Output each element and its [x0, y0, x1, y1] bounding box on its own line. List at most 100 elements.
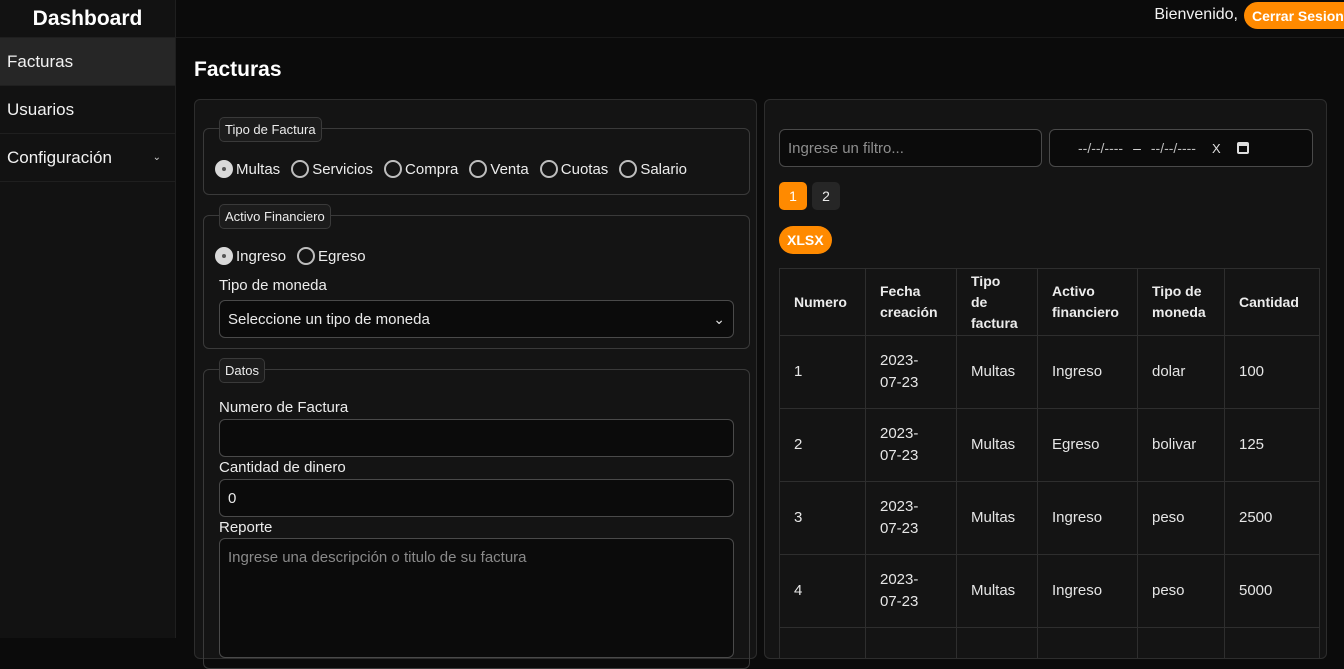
sidebar: Dashboard Facturas Usuarios Configuració… — [0, 0, 176, 638]
cell-moneda: peso — [1137, 481, 1225, 555]
header-line: financiero — [1052, 304, 1119, 320]
header-line: Activo — [1052, 283, 1095, 299]
cell-moneda — [1137, 627, 1225, 658]
cell-activo: Egreso — [1037, 408, 1138, 482]
table-header-row: Numero Fecha creación Tipo de factura Activ… — [779, 268, 1320, 336]
cell-moneda: dolar — [1137, 335, 1225, 409]
page-button-2[interactable]: 2 — [812, 182, 840, 210]
date-range-picker[interactable]: --/--/---- – --/--/---- X — [1049, 129, 1313, 167]
table-row[interactable] — [779, 627, 1320, 658]
filter-input[interactable]: Ingrese un filtro... — [779, 129, 1042, 167]
chevron-down-icon: ⌄ — [713, 310, 725, 327]
report-label: Reporte — [219, 519, 273, 536]
report-textarea[interactable]: Ingrese una descripción o titulo de su f… — [219, 538, 734, 658]
cell-line: 2023- — [880, 571, 919, 588]
column-header-numero[interactable]: Numero — [779, 268, 866, 336]
cell-cantidad: 2500 — [1224, 481, 1320, 555]
column-header-cantidad[interactable]: Cantidad — [1224, 268, 1320, 336]
radio-cuotas[interactable]: Cuotas — [539, 160, 608, 178]
column-header-fecha[interactable]: Fecha creación — [865, 268, 957, 336]
radio-egreso[interactable]: Egreso — [297, 247, 366, 265]
top-bar: Bienvenido, Cerrar Sesion — [176, 0, 1344, 38]
invoice-type-fieldset: Tipo de Factura Multas Servicios Compra … — [203, 117, 750, 195]
cell-tipo: Multas — [956, 481, 1038, 555]
cell-activo: Ingreso — [1037, 335, 1138, 409]
header-line: Tipo de — [1152, 283, 1202, 299]
data-fieldset: Datos Numero de Factura Cantidad de dine… — [203, 358, 750, 669]
cell-numero: 2 — [779, 408, 866, 482]
column-header-tipo-factura[interactable]: Tipo de factura — [956, 268, 1038, 336]
radio-indicator — [384, 160, 403, 178]
radio-indicator — [215, 160, 233, 178]
cell-fecha: 2023- 07-23 — [865, 335, 957, 409]
currency-select[interactable]: Seleccione un tipo de moneda ⌄ — [219, 300, 734, 338]
column-header-activo[interactable]: Activo financiero — [1037, 268, 1138, 336]
cell-activo: Ingreso — [1037, 554, 1138, 628]
date-separator: – — [1133, 140, 1141, 156]
header-line: creación — [880, 304, 938, 320]
cell-tipo — [956, 627, 1038, 658]
header-line: Cantidad — [1239, 293, 1299, 310]
table-row[interactable]: 2 2023- 07-23 Multas Egreso bolivar 125 — [779, 408, 1320, 482]
cell-fecha: 2023- 07-23 — [865, 481, 957, 555]
currency-select-value: Seleccione un tipo de moneda — [228, 310, 430, 328]
radio-label: Venta — [490, 160, 529, 178]
radio-ingreso[interactable]: Ingreso — [215, 247, 286, 265]
sidebar-item-label: Usuarios — [7, 99, 75, 119]
invoice-number-input[interactable] — [219, 419, 734, 457]
welcome-text: Bienvenido, — [1154, 6, 1238, 23]
table-row[interactable]: 3 2023- 07-23 Multas Ingreso peso 2500 — [779, 481, 1320, 555]
data-legend: Datos — [219, 358, 265, 383]
amount-input[interactable]: 0 — [219, 479, 734, 517]
cell-activo: Ingreso — [1037, 481, 1138, 555]
currency-label: Tipo de moneda — [219, 277, 327, 294]
header-line: moneda — [1152, 304, 1206, 320]
invoice-table: Numero Fecha creación Tipo de factura Activ… — [779, 268, 1320, 658]
sidebar-item-label: Configuración — [7, 147, 112, 167]
invoice-number-label: Numero de Factura — [219, 399, 349, 416]
radio-label: Compra — [405, 160, 459, 178]
radio-indicator — [539, 160, 558, 178]
radio-indicator — [215, 247, 233, 265]
cell-cantidad: 125 — [1224, 408, 1320, 482]
logout-button[interactable]: Cerrar Sesion — [1244, 2, 1344, 29]
financial-asset-fieldset: Activo Financiero Ingreso Egreso Tipo de… — [203, 204, 750, 349]
radio-label: Egreso — [318, 247, 366, 265]
radio-multas[interactable]: Multas — [215, 160, 280, 178]
date-to-field[interactable]: --/--/---- — [1151, 140, 1196, 156]
header-line: Numero — [794, 293, 847, 310]
cell-line: 07-23 — [880, 447, 919, 464]
cell-cantidad: 5000 — [1224, 554, 1320, 628]
invoice-form-panel: Tipo de Factura Multas Servicios Compra … — [194, 99, 757, 669]
sidebar-item-configuracion[interactable]: Configuración ⌄ — [0, 134, 175, 182]
page-button-1[interactable]: 1 — [779, 182, 807, 210]
radio-venta[interactable]: Venta — [469, 160, 529, 178]
table-row[interactable]: 4 2023- 07-23 Multas Ingreso peso 5000 — [779, 554, 1320, 628]
column-header-moneda[interactable]: Tipo de moneda — [1137, 268, 1225, 336]
cell-tipo: Multas — [956, 554, 1038, 628]
cell-line: 2023- — [880, 352, 919, 369]
radio-indicator — [619, 160, 638, 178]
radio-compra[interactable]: Compra — [384, 160, 458, 178]
brand-title[interactable]: Dashboard — [0, 0, 175, 38]
clear-date-icon[interactable]: X — [1212, 141, 1221, 156]
cell-tipo: Multas — [956, 335, 1038, 409]
financial-asset-radio-group: Ingreso Egreso — [215, 247, 377, 265]
sidebar-item-usuarios[interactable]: Usuarios — [0, 86, 175, 134]
header-line: Tipo — [971, 272, 1001, 289]
cell-fecha: 2023- 07-23 — [865, 408, 957, 482]
cell-line: 07-23 — [880, 520, 919, 537]
page-title: Facturas — [194, 58, 282, 81]
financial-asset-legend: Activo Financiero — [219, 204, 331, 229]
calendar-icon[interactable] — [1236, 142, 1249, 154]
header-line: Fecha — [880, 283, 921, 299]
sidebar-item-facturas[interactable]: Facturas — [0, 38, 175, 86]
radio-salario[interactable]: Salario — [619, 160, 687, 178]
table-row[interactable]: 1 2023- 07-23 Multas Ingreso dolar 100 — [779, 335, 1320, 409]
invoice-type-radio-group: Multas Servicios Compra Venta Cuotas Sal… — [215, 160, 698, 178]
cell-cantidad: 100 — [1224, 335, 1320, 409]
radio-indicator — [469, 160, 488, 178]
export-xlsx-button[interactable]: XLSX — [779, 226, 832, 254]
radio-servicios[interactable]: Servicios — [291, 160, 373, 178]
date-from-field[interactable]: --/--/---- — [1078, 140, 1123, 156]
